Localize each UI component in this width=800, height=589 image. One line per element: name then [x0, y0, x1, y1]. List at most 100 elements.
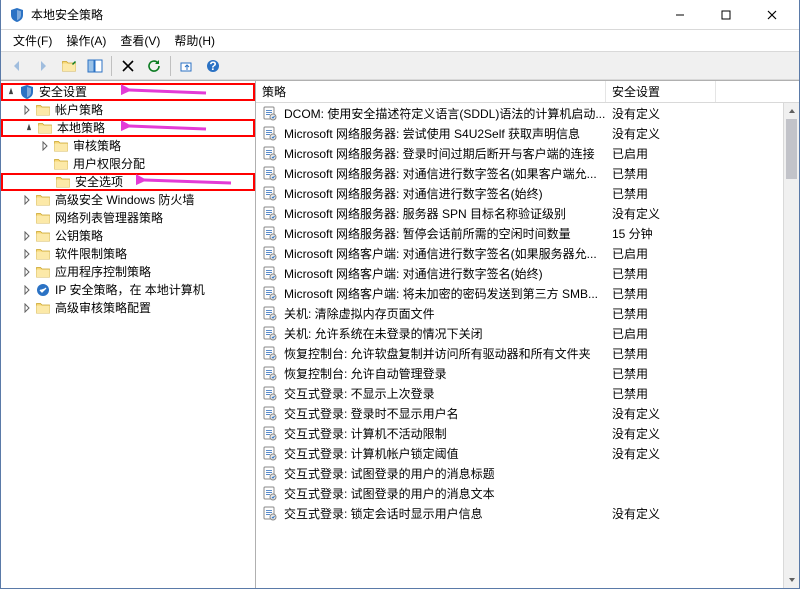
policy-row[interactable]: DCOM: 使用安全描述符定义语言(SDDL)语法的计算机启动...没有定义: [256, 103, 799, 123]
tree-toggle-spacer: [19, 210, 35, 226]
policy-name: 交互式登录: 试图登录的用户的消息标题: [284, 465, 495, 482]
policy-row[interactable]: Microsoft 网络客户端: 对通信进行数字签名(如果服务器允... 已启用: [256, 243, 799, 263]
tree-node-firewall[interactable]: 高级安全 Windows 防火墙: [1, 191, 255, 209]
scroll-thumb[interactable]: [786, 119, 797, 179]
expand-icon[interactable]: [19, 300, 35, 316]
expand-icon[interactable]: [19, 102, 35, 118]
tree-label: 审核策略: [73, 137, 125, 155]
back-button[interactable]: [5, 54, 29, 78]
tree-node-root[interactable]: 安全设置: [1, 83, 255, 101]
policy-name: 交互式登录: 锁定会话时显示用户信息: [284, 505, 483, 522]
menu-item-2[interactable]: 查看(V): [114, 30, 166, 51]
vertical-scrollbar[interactable]: [783, 103, 799, 588]
expand-icon[interactable]: [19, 228, 35, 244]
refresh-button[interactable]: [142, 54, 166, 78]
policy-row[interactable]: 交互式登录: 计算机帐户锁定阈值 没有定义: [256, 443, 799, 463]
scroll-up-button[interactable]: [784, 103, 799, 119]
tree-node-ipsec[interactable]: IP 安全策略，在 本地计算机: [1, 281, 255, 299]
policy-icon: [262, 165, 278, 181]
policy-row[interactable]: Microsoft 网络服务器: 对通信进行数字签名(如果客户端允...已禁用: [256, 163, 799, 183]
tree-node-appctrl[interactable]: 应用程序控制策略: [1, 263, 255, 281]
app-icon: [9, 7, 25, 23]
menu-item-3[interactable]: 帮助(H): [168, 30, 221, 51]
tree-panel[interactable]: 安全设置帐户策略本地策略审核策略用户权限分配安全选项高级安全 Windows 防…: [1, 81, 256, 588]
maximize-button[interactable]: [703, 0, 749, 30]
help-button[interactable]: [201, 54, 225, 78]
scroll-down-button[interactable]: [784, 572, 799, 588]
forward-button[interactable]: [31, 54, 55, 78]
policy-icon: [262, 185, 278, 201]
delete-button[interactable]: [116, 54, 140, 78]
policy-row[interactable]: 交互式登录: 锁定会话时显示用户信息没有定义: [256, 503, 799, 523]
policy-icon: [262, 105, 278, 121]
policy-row[interactable]: Microsoft 网络服务器: 登录时间过期后断开与客户端的连接已启用: [256, 143, 799, 163]
expand-icon[interactable]: [19, 264, 35, 280]
tree-node-local[interactable]: 本地策略: [1, 119, 255, 137]
policy-name-cell: 交互式登录: 不显示上次登录: [256, 385, 606, 402]
policy-row[interactable]: 关机: 允许系统在未登录的情况下关闭已启用: [256, 323, 799, 343]
policy-name: Microsoft 网络客户端: 对通信进行数字签名(如果服务器允...: [284, 245, 597, 262]
folder-icon: [53, 138, 69, 154]
policy-row[interactable]: 交互式登录: 计算机不活动限制没有定义: [256, 423, 799, 443]
collapse-icon[interactable]: [3, 84, 19, 100]
policy-row[interactable]: Microsoft 网络客户端: 将未加密的密码发送到第三方 SMB...已禁用: [256, 283, 799, 303]
policy-row[interactable]: 交互式登录: 试图登录的用户的消息标题: [256, 463, 799, 483]
policy-value-cell: 没有定义: [606, 125, 716, 142]
policy-name-cell: Microsoft 网络服务器: 对通信进行数字签名(始终): [256, 185, 606, 202]
policy-name-cell: 交互式登录: 试图登录的用户的消息文本: [256, 485, 606, 502]
policy-name-cell: 关机: 清除虚拟内存页面文件: [256, 305, 606, 322]
collapse-icon[interactable]: [21, 120, 37, 136]
tree-toggle-spacer: [37, 156, 53, 172]
titlebar: 本地安全策略: [1, 0, 799, 30]
policy-value-cell: 15 分钟: [606, 225, 716, 242]
policy-row[interactable]: Microsoft 网络服务器: 尝试使用 S4U2Self 获取声明信息 没有定…: [256, 123, 799, 143]
policy-name-cell: Microsoft 网络客户端: 对通信进行数字签名(始终): [256, 265, 606, 282]
expand-icon[interactable]: [19, 282, 35, 298]
tree-node-advaudit[interactable]: 高级审核策略配置: [1, 299, 255, 317]
list-panel[interactable]: 策略 安全设置 DCOM: 使用安全描述符定义语言(SDDL)语法的计算机启动.…: [256, 81, 799, 588]
policy-row[interactable]: 交互式登录: 不显示上次登录已禁用: [256, 383, 799, 403]
policy-name-cell: 恢复控制台: 允许软盘复制并访问所有驱动器和所有文件夹: [256, 345, 606, 362]
show-hide-tree-button[interactable]: [83, 54, 107, 78]
column-header-policy[interactable]: 策略: [256, 81, 606, 102]
menu-item-1[interactable]: 操作(A): [60, 30, 112, 51]
folder-icon: [35, 228, 51, 244]
expand-icon[interactable]: [37, 138, 53, 154]
tree-label: 高级审核策略配置: [55, 299, 155, 317]
policy-name: Microsoft 网络服务器: 尝试使用 S4U2Self 获取声明信息: [284, 125, 580, 142]
scroll-track[interactable]: [784, 119, 799, 572]
policy-name: Microsoft 网络服务器: 暂停会话前所需的空闲时间数量: [284, 225, 571, 242]
policy-row[interactable]: 交互式登录: 试图登录的用户的消息文本: [256, 483, 799, 503]
tree-node-netlist[interactable]: 网络列表管理器策略: [1, 209, 255, 227]
folder-icon: [35, 300, 51, 316]
policy-name: 交互式登录: 计算机帐户锁定阈值: [284, 445, 459, 462]
export-list-button[interactable]: [175, 54, 199, 78]
policy-row[interactable]: Microsoft 网络服务器: 暂停会话前所需的空闲时间数量 15 分钟: [256, 223, 799, 243]
minimize-button[interactable]: [657, 0, 703, 30]
policy-value-cell: 没有定义: [606, 445, 716, 462]
security-icon: [19, 84, 35, 100]
window-frame: 本地安全策略 文件(F)操作(A)查看(V)帮助(H) 安全设置帐户策略本地策略…: [0, 0, 800, 589]
expand-icon[interactable]: [19, 246, 35, 262]
tree-node-swrestrict[interactable]: 软件限制策略: [1, 245, 255, 263]
column-header-setting[interactable]: 安全设置: [606, 81, 716, 102]
policy-row[interactable]: Microsoft 网络服务器: 服务器 SPN 目标名称验证级别没有定义: [256, 203, 799, 223]
policy-row[interactable]: 恢复控制台: 允许自动管理登录已禁用: [256, 363, 799, 383]
tree-node-rights[interactable]: 用户权限分配: [1, 155, 255, 173]
policy-value-cell: 已启用: [606, 245, 716, 262]
menu-item-0[interactable]: 文件(F): [7, 30, 58, 51]
close-button[interactable]: [749, 0, 795, 30]
policy-row[interactable]: 交互式登录: 登录时不显示用户名没有定义: [256, 403, 799, 423]
tree-node-account[interactable]: 帐户策略: [1, 101, 255, 119]
ipsec-icon: [35, 282, 51, 298]
policy-row[interactable]: Microsoft 网络客户端: 对通信进行数字签名(始终)已禁用: [256, 263, 799, 283]
up-button[interactable]: [57, 54, 81, 78]
expand-icon[interactable]: [19, 192, 35, 208]
policy-row[interactable]: 关机: 清除虚拟内存页面文件已禁用: [256, 303, 799, 323]
policy-name: Microsoft 网络服务器: 登录时间过期后断开与客户端的连接: [284, 145, 595, 162]
tree-node-audit[interactable]: 审核策略: [1, 137, 255, 155]
policy-row[interactable]: Microsoft 网络服务器: 对通信进行数字签名(始终)已禁用: [256, 183, 799, 203]
tree-node-pubkey[interactable]: 公钥策略: [1, 227, 255, 245]
policy-row[interactable]: 恢复控制台: 允许软盘复制并访问所有驱动器和所有文件夹已禁用: [256, 343, 799, 363]
tree-node-secopt[interactable]: 安全选项: [1, 173, 255, 191]
